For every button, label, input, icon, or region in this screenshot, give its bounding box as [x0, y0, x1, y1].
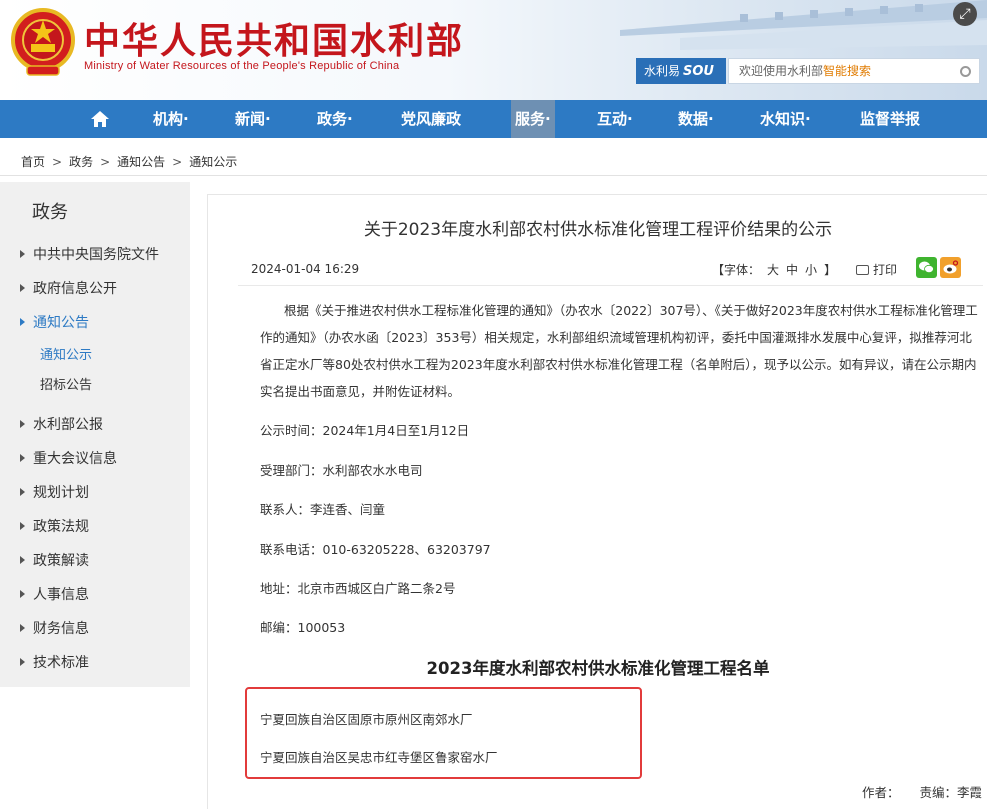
accepting-department: 受理部门：水利部农水水电司: [260, 463, 423, 478]
breadcrumb-zhengwu[interactable]: 政务: [69, 155, 93, 169]
triangle-right-icon: [20, 250, 25, 258]
address: 地址：北京市西城区白广路二条2号: [260, 581, 456, 596]
nav-item-hudong[interactable]: 互动·: [597, 100, 633, 138]
sidebar-item-finance[interactable]: 财务信息: [20, 618, 89, 638]
sidebar-item-notices[interactable]: 通知公告: [20, 312, 89, 332]
home-icon[interactable]: [90, 110, 110, 128]
header-divider: [238, 285, 983, 286]
list-item: 宁夏回族自治区吴忠市红寺堡区鲁家窑水厂: [260, 750, 498, 765]
breadcrumb: 首页 > 政务 > 通知公告 > 通知公示: [21, 155, 238, 169]
author: 作者：: [862, 785, 900, 800]
triangle-right-icon: [20, 590, 25, 598]
article-panel: 关于2023年度水利部农村供水标准化管理工程评价结果的公示 2024-01-04…: [207, 194, 987, 809]
article-body: 根据《关于推进农村供水工程标准化管理的通知》（办农水〔2022〕307号）、《关…: [260, 303, 978, 399]
article-date: 2024-01-04 16:29: [251, 262, 360, 276]
contact-phone: 联系电话：010-63205228、63203797: [260, 542, 491, 557]
triangle-right-icon: [20, 658, 25, 666]
contact-person: 联系人：李连香、闫童: [260, 502, 386, 517]
search-placeholder-highlight: 智能搜索: [823, 64, 872, 78]
nav-item-shuju[interactable]: 数据·: [678, 100, 714, 138]
nav-item-zhengwu[interactable]: 政务·: [317, 100, 353, 138]
sidebar-item-laws[interactable]: 政策法规: [20, 516, 89, 536]
triangle-right-icon: [20, 284, 25, 292]
nav-item-xinwen[interactable]: 新闻·: [235, 100, 271, 138]
list-item: 宁夏回族自治区固原市原州区南郊水厂: [260, 712, 473, 727]
breadcrumb-home[interactable]: 首页: [21, 155, 45, 169]
expand-icon[interactable]: ⤢: [953, 2, 977, 26]
article-title: 关于2023年度水利部农村供水标准化管理工程评价结果的公示: [363, 220, 833, 240]
dam-banner-image: [620, 0, 987, 50]
editor: 责编：李霞: [919, 785, 983, 800]
sidebar-item-policy-reading[interactable]: 政策解读: [20, 550, 89, 570]
triangle-right-icon: [20, 488, 25, 496]
site-header: 中华人民共和国水利部 Ministry of Water Resources o…: [0, 0, 987, 100]
search-brand: 水利易 SOU: [636, 58, 726, 84]
nav-item-jigou[interactable]: 机构·: [153, 100, 189, 138]
sidebar-sub-public-notice[interactable]: 通知公示: [40, 344, 92, 363]
sidebar-item-meetings[interactable]: 重大会议信息: [20, 448, 117, 468]
postcode: 邮编：100053: [260, 620, 346, 635]
sidebar-item-gov-info[interactable]: 政府信息公开: [20, 278, 117, 298]
search-placeholder: 欢迎使用水利部: [739, 64, 824, 78]
nav-item-dangfeng[interactable]: 党风廉政: [401, 100, 461, 138]
font-size-medium[interactable]: 中: [786, 263, 798, 277]
triangle-right-icon: [20, 420, 25, 428]
author-line: 作者： 责编：李霞: [862, 782, 982, 801]
print-button[interactable]: 打印: [856, 261, 897, 278]
sidebar-sub-tender[interactable]: 招标公告: [40, 374, 92, 393]
breadcrumb-divider: [0, 175, 987, 176]
sidebar-item-bulletin[interactable]: 水利部公报: [20, 414, 103, 434]
sidebar-title: 政务: [32, 202, 68, 223]
font-size-large[interactable]: 大: [767, 263, 779, 277]
font-size-label: 【字体：: [712, 263, 761, 277]
printer-icon: [856, 264, 869, 275]
site-subtitle: Ministry of Water Resources of the Peopl…: [84, 60, 400, 72]
sidebar-item-personnel[interactable]: 人事信息: [20, 584, 89, 604]
breadcrumb-notice[interactable]: 通知公告: [117, 155, 165, 169]
sidebar-item-planning[interactable]: 规划计划: [20, 482, 89, 502]
triangle-right-icon: [20, 556, 25, 564]
search-input[interactable]: 欢迎使用水利部智能搜索: [728, 58, 980, 84]
weibo-share-icon[interactable]: [940, 257, 961, 278]
site-title: 中华人民共和国水利部: [84, 20, 465, 62]
triangle-right-icon: [20, 522, 25, 530]
sidebar-item-standards[interactable]: 技术标准: [20, 652, 89, 672]
breadcrumb-current[interactable]: 通知公示: [189, 155, 237, 169]
triangle-right-icon: [20, 624, 25, 632]
search-icon[interactable]: [960, 66, 971, 77]
font-size-control: 【字体： 大中小】: [712, 261, 836, 278]
wechat-share-icon[interactable]: [916, 257, 937, 278]
nav-item-fuwu[interactable]: 服务·: [511, 100, 555, 138]
national-emblem-icon: [11, 8, 75, 76]
main-nav: 机构· 新闻· 政务· 党风廉政 服务· 互动· 数据· 水知识· 监督举报: [0, 100, 987, 138]
list-title: 2023年度水利部农村供水标准化管理工程名单: [426, 659, 770, 678]
nav-item-shuizhishi[interactable]: 水知识·: [760, 100, 811, 138]
sidebar-item-central-docs[interactable]: 中共中央国务院文件: [20, 244, 159, 264]
font-size-small[interactable]: 小: [805, 263, 817, 277]
triangle-right-icon: [20, 318, 25, 326]
nav-item-jiandu[interactable]: 监督举报: [860, 100, 920, 138]
font-size-close: 】: [824, 263, 837, 277]
sidebar: 政务 中共中央国务院文件 政府信息公开 通知公告 通知公示 招标公告 水利部公报…: [0, 182, 190, 687]
triangle-right-icon: [20, 454, 25, 462]
notice-period: 公示时间：2024年1月4日至1月12日: [260, 423, 470, 438]
